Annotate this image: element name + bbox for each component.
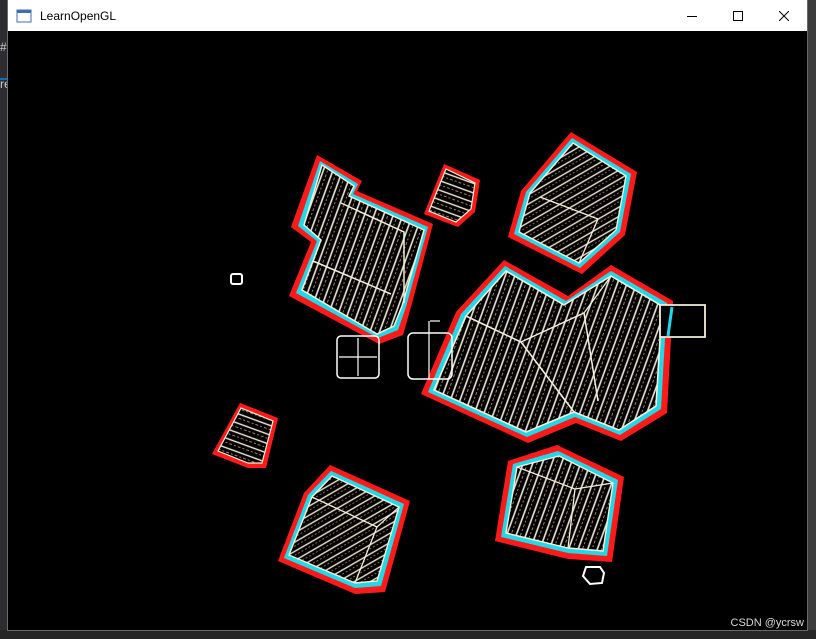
watermark-text: CSDN @ycrsw xyxy=(730,617,805,629)
cube-outline-small-left xyxy=(212,403,278,468)
caption-buttons xyxy=(669,0,807,31)
outline-window-center-left xyxy=(336,335,380,379)
app-window-icon xyxy=(16,9,32,22)
background-glyph: # xyxy=(0,40,7,54)
outline-square-small xyxy=(230,273,243,285)
cube-outline-small-top xyxy=(424,164,480,227)
cube-outline-large-center xyxy=(421,260,673,443)
minimize-button[interactable] xyxy=(669,0,715,31)
maximize-icon xyxy=(733,10,743,21)
maximize-button[interactable] xyxy=(715,0,761,31)
cube-outline-bottom-left xyxy=(278,465,410,594)
window-title: LearnOpenGL xyxy=(40,8,117,23)
opengl-render-viewport[interactable] xyxy=(8,31,807,630)
cube-outline-upper-right xyxy=(508,132,637,274)
cube-outline-bottom-right xyxy=(495,445,624,562)
scene-render xyxy=(212,132,706,594)
close-button[interactable] xyxy=(761,0,807,31)
title-bar[interactable]: LearnOpenGL xyxy=(8,0,807,31)
cube-outline-right-edge xyxy=(659,304,706,338)
outline-square-bottom xyxy=(581,566,606,586)
minimize-icon xyxy=(687,15,697,17)
learnopengl-window: LearnOpenGL xyxy=(8,0,807,630)
cube-outline-upper-left xyxy=(289,155,433,344)
close-icon xyxy=(779,10,789,21)
background-right-strip xyxy=(807,0,816,639)
background-bottom-strip xyxy=(0,630,816,639)
